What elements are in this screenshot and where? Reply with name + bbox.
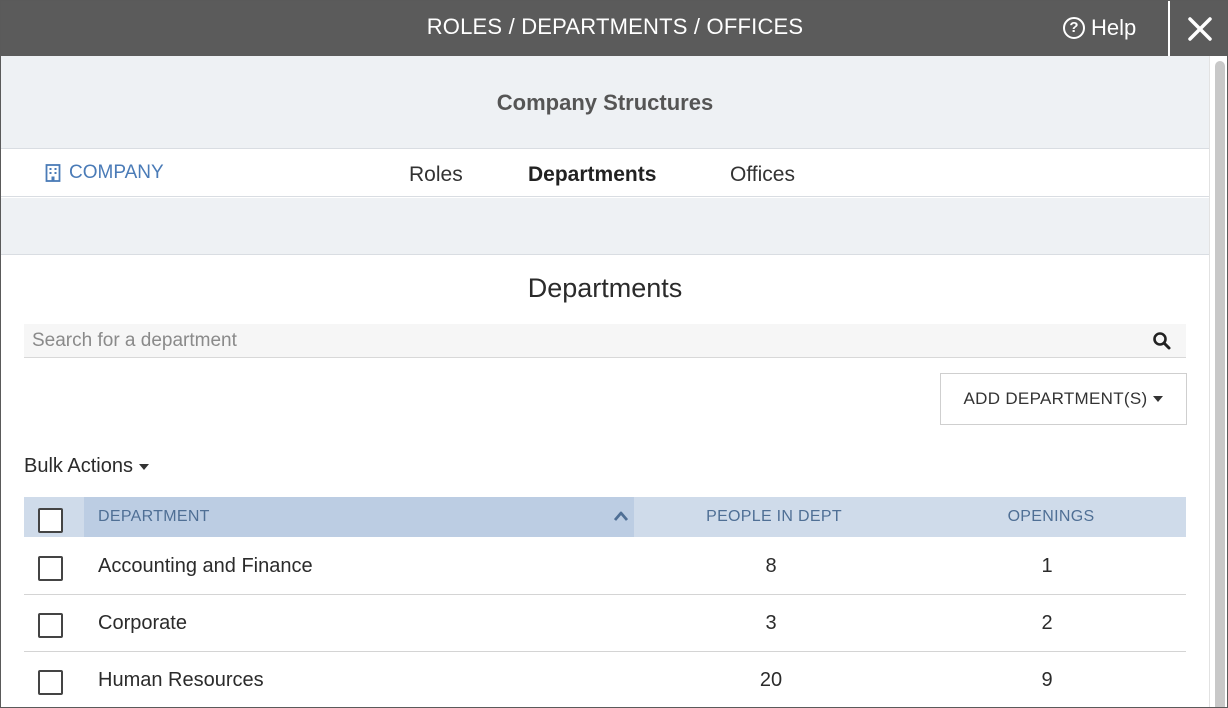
row-checkbox[interactable] [38, 613, 63, 638]
column-header-openings[interactable]: OPENINGS [951, 508, 1151, 526]
add-department-button[interactable]: ADD DEPARTMENT(S) [940, 373, 1187, 425]
section-title: Departments [527, 273, 683, 303]
openings-count: 9 [1041, 669, 1053, 691]
department-name[interactable]: Accounting and Finance [98, 555, 313, 578]
company-link-label: COMPANY [69, 162, 164, 183]
people-count: 3 [765, 612, 777, 634]
column-header-people[interactable]: PEOPLE IN DEPT [674, 508, 874, 526]
add-department-label: ADD DEPARTMENT(S) [963, 389, 1148, 408]
table-row[interactable]: Accounting and Finance 8 1 [24, 538, 1186, 595]
page-title: Company Structures [496, 90, 714, 115]
search-bar [24, 324, 1186, 358]
modal-window: ROLES / DEPARTMENTS / OFFICES ? Help Com… [0, 0, 1228, 708]
openings-count: 1 [1041, 555, 1053, 577]
department-name[interactable]: Human Resources [98, 669, 264, 692]
spacer-band [1, 198, 1209, 255]
department-name[interactable]: Corporate [98, 612, 187, 635]
openings-count: 2 [1041, 612, 1053, 634]
help-label: Help [1091, 15, 1137, 40]
table-row[interactable]: Human Resources 20 9 [24, 652, 1186, 707]
tab-departments[interactable]: Departments [528, 163, 656, 187]
title-bar: ROLES / DEPARTMENTS / OFFICES ? Help [1, 1, 1227, 56]
row-checkbox[interactable] [38, 670, 63, 695]
close-icon [1188, 17, 1212, 41]
caret-down-icon [1153, 396, 1164, 402]
scrollbar[interactable] [1209, 56, 1227, 707]
tabs-row: COMPANY Roles Departments Offices [1, 149, 1209, 197]
bulk-actions-dropdown[interactable]: Bulk Actions [24, 455, 149, 478]
close-button[interactable] [1168, 1, 1227, 56]
column-header-department[interactable]: DEPARTMENT [98, 508, 210, 526]
tab-roles[interactable]: Roles [409, 163, 463, 187]
caret-down-icon [138, 463, 149, 470]
search-icon[interactable] [1152, 331, 1172, 351]
select-all-checkbox[interactable] [38, 508, 63, 533]
tab-offices[interactable]: Offices [730, 163, 795, 187]
chevron-up-icon[interactable] [613, 510, 629, 522]
company-link[interactable]: COMPANY [45, 162, 164, 184]
people-count: 20 [759, 669, 783, 691]
window-title: ROLES / DEPARTMENTS / OFFICES [426, 14, 804, 39]
bulk-actions-label: Bulk Actions [24, 455, 133, 477]
search-input[interactable] [24, 324, 1144, 358]
help-circle-icon: ? [1063, 17, 1085, 39]
table-row[interactable]: Corporate 3 2 [24, 595, 1186, 652]
row-checkbox[interactable] [38, 556, 63, 581]
building-icon [45, 164, 61, 182]
header-band: Company Structures [1, 56, 1209, 149]
help-button[interactable]: ? Help [1063, 15, 1136, 41]
people-count: 8 [765, 555, 777, 577]
table-header: DEPARTMENT PEOPLE IN DEPT OPENINGS [24, 497, 1186, 537]
scrollbar-thumb[interactable] [1215, 61, 1225, 707]
